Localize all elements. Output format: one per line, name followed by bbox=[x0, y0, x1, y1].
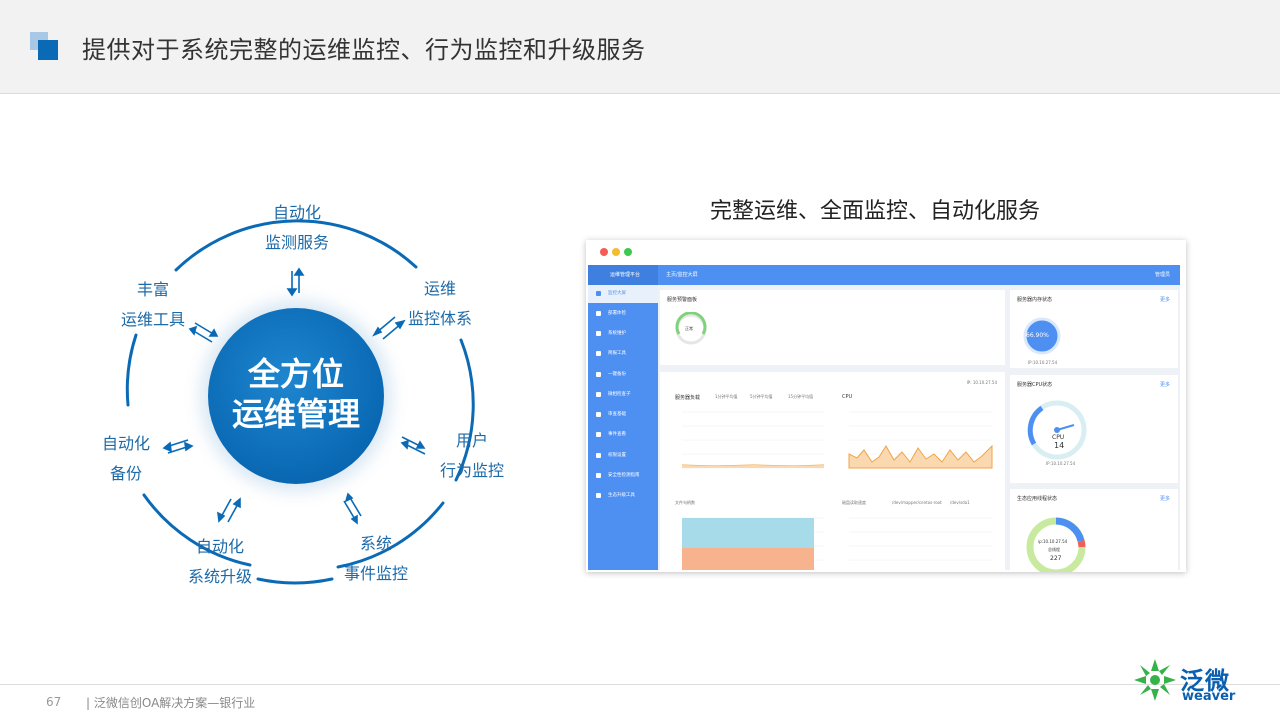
node-label: 系统 bbox=[359, 534, 392, 553]
center-circle: 全方位 运维管理 bbox=[208, 308, 384, 484]
node-auto-backup: 自动化 备份 bbox=[94, 429, 158, 489]
cpu-value: 14 bbox=[1054, 441, 1065, 450]
center-title-line1: 全方位 bbox=[247, 355, 344, 393]
node-ops-tools: 丰富 运维工具 bbox=[116, 275, 190, 335]
load-card: IP: 10.10.27.54 服务器负载 1分钟平均值 5分钟平均值 15分钟… bbox=[660, 372, 1005, 572]
sidebar-item[interactable]: 审查基础 bbox=[588, 406, 658, 424]
node-label: 监测服务 bbox=[264, 233, 329, 252]
sidebar-item[interactable]: 系统维护 bbox=[588, 325, 658, 343]
node-label: 自动化 bbox=[101, 434, 150, 453]
node-auto-upgrade: 自动化 系统升级 bbox=[180, 532, 260, 592]
sidebar-item[interactable]: 一键备份 bbox=[588, 366, 658, 384]
file-and-disk-charts bbox=[682, 517, 992, 570]
maximize-dot-icon bbox=[624, 248, 632, 256]
page-title: 提供对于系统完整的运维监控、行为监控和升级服务 bbox=[82, 36, 646, 64]
legend-item: /dev/mapper/centos-root bbox=[892, 500, 942, 505]
node-label: 监控体系 bbox=[407, 309, 472, 328]
legend-item: 5分钟平均值 bbox=[750, 394, 773, 399]
node-label: 用户 bbox=[455, 431, 488, 450]
memory-value: 66.90% bbox=[1026, 332, 1049, 339]
app-sidebar: 监控大屏 部署体检 系统维护 简报工具 一键备份 微相检查子 审查基础 事件查看… bbox=[588, 285, 658, 570]
app-content: 服务预警面板 正常 服务器内存状态 更多 66.90% IP:10.10.27.… bbox=[658, 285, 1180, 572]
more-link[interactable]: 更多 bbox=[1160, 495, 1170, 502]
memory-card: 服务器内存状态 更多 66.90% IP:10.10.27.54 bbox=[1010, 290, 1178, 368]
card-title: 服务器CPU状态 bbox=[1017, 382, 1053, 388]
cpu-card: 服务器CPU状态 更多 CPU 14 IP:10.10.27.54 bbox=[1010, 375, 1178, 483]
thread-value: 227 bbox=[1050, 555, 1062, 562]
minimize-dot-icon bbox=[612, 248, 620, 256]
more-link[interactable]: 更多 bbox=[1160, 381, 1170, 388]
top-ip: IP: 10.10.27.54 bbox=[966, 380, 997, 385]
center-title-line2: 运维管理 bbox=[231, 395, 360, 433]
node-label: 系统升级 bbox=[187, 567, 252, 586]
app-name: 运维管理平台 bbox=[588, 265, 658, 285]
sidebar-item[interactable]: 权限设置 bbox=[588, 447, 658, 465]
card-title: 生态应用线程状态 bbox=[1017, 496, 1058, 502]
sidebar-item[interactable]: 安全性检测指南 bbox=[588, 467, 658, 485]
card-title: 服务预警面板 bbox=[667, 297, 698, 303]
ops-diagram: 全方位 运维管理 自动化 监测服务 运维 监控体系 用户 行为监控 系统 事件监… bbox=[100, 195, 504, 595]
sidebar-item[interactable]: 部署体检 bbox=[588, 305, 658, 323]
page-number: 67 bbox=[46, 695, 62, 709]
node-label: 运维 bbox=[423, 279, 456, 298]
memory-ip: IP:10.10.27.54 bbox=[1028, 360, 1058, 365]
node-ops-monitoring: 运维 监控体系 bbox=[400, 274, 480, 334]
legend-item: 15分钟平均值 bbox=[788, 394, 814, 399]
footer-divider bbox=[0, 684, 1280, 685]
thread-total-label: 总线程 bbox=[1048, 547, 1060, 552]
more-link[interactable]: 更多 bbox=[1160, 296, 1170, 303]
sidebar-item[interactable]: 简报工具 bbox=[588, 345, 658, 363]
alarm-status: 正常 bbox=[685, 326, 693, 331]
weaver-mark-icon bbox=[1134, 659, 1176, 701]
cpu-ip: IP:10.10.27.54 bbox=[1046, 461, 1076, 466]
cpu-gauge bbox=[1027, 400, 1087, 460]
footer-text: | 泛微信创OA解决方案—银行业 bbox=[86, 696, 256, 710]
alarm-card: 服务预警面板 正常 bbox=[660, 290, 1005, 365]
card-title: 服务器负载 bbox=[675, 395, 701, 401]
sidebar-item[interactable]: 微相检查子 bbox=[588, 386, 658, 404]
close-dot-icon bbox=[600, 248, 608, 256]
node-label: 事件监控 bbox=[343, 564, 408, 583]
ring-arc-left bbox=[125, 333, 138, 407]
header-bar: 提供对于系统完整的运维监控、行为监控和升级服务 bbox=[0, 0, 1280, 94]
sidebar-item[interactable]: 生态升级工具 bbox=[588, 487, 658, 505]
chart-title: 磁盘读取速度 bbox=[842, 500, 866, 505]
app-topbar: 运维管理平台 主页/监控大屏 管理员 bbox=[588, 265, 1180, 285]
node-label: 运维工具 bbox=[120, 310, 185, 329]
node-label: 行为监控 bbox=[439, 461, 504, 480]
breadcrumb: 主页/监控大屏 bbox=[666, 272, 698, 278]
app-screenshot: 运维管理平台 主页/监控大屏 管理员 监控大屏 部署体检 系统维护 简报工具 一… bbox=[586, 240, 1186, 572]
thread-card: 生态应用线程状态 更多 ip:10.10.27.54 总线程 227 bbox=[1010, 489, 1178, 572]
node-user-behavior: 用户 行为监控 bbox=[434, 426, 510, 486]
sidebar-item[interactable]: 事件查看 bbox=[588, 426, 658, 444]
legend-item: /dev/sda1 bbox=[950, 500, 970, 505]
card-title: 服务器内存状态 bbox=[1017, 297, 1053, 303]
sidebar-item[interactable]: 监控大屏 bbox=[588, 285, 658, 303]
brand-en: weaver bbox=[1182, 689, 1236, 704]
node-label: 备份 bbox=[109, 464, 142, 483]
user-menu[interactable]: 管理员 bbox=[1155, 265, 1170, 285]
ring-arc-bottom bbox=[256, 577, 334, 585]
node-label: 丰富 bbox=[136, 280, 169, 299]
screenshot-subtitle: 完整运维、全面监控、自动化服务 bbox=[710, 199, 1041, 224]
load-and-cpu-charts bbox=[681, 411, 993, 469]
weaver-logo: 泛微 weaver bbox=[1132, 655, 1242, 710]
node-auto-monitor: 自动化 监测服务 bbox=[255, 198, 339, 258]
square-logo-icon bbox=[30, 32, 60, 62]
chart-title: 文件句柄数 bbox=[675, 500, 695, 505]
legend-item: 1分钟平均值 bbox=[715, 394, 738, 399]
card-title: CPU bbox=[842, 394, 853, 400]
node-label: 自动化 bbox=[272, 203, 321, 222]
cpu-label: CPU bbox=[1052, 434, 1065, 441]
node-event-monitoring: 系统 事件监控 bbox=[336, 529, 416, 589]
thread-ip: ip:10.10.27.54 bbox=[1038, 539, 1068, 544]
node-label: 自动化 bbox=[195, 537, 244, 556]
